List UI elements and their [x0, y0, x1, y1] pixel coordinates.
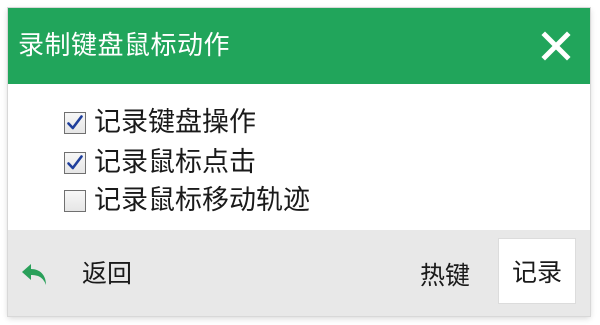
option-record-mouse-click[interactable]: 记录鼠标点击	[64, 144, 256, 182]
option-label: 记录鼠标移动轨迹	[94, 185, 310, 216]
back-arrow-icon	[22, 264, 46, 285]
checkbox-record-keyboard[interactable]	[64, 112, 86, 134]
checkmark-icon	[67, 155, 83, 170]
record-dialog: 录制键盘鼠标动作 记录键盘操作 记录鼠标点击 记录鼠标移动轨迹 返回 热键 记录	[8, 8, 590, 316]
checkbox-record-mouse-click[interactable]	[64, 152, 86, 174]
close-icon	[541, 31, 571, 61]
option-label: 记录鼠标点击	[94, 147, 256, 178]
option-label: 记录键盘操作	[94, 107, 256, 138]
record-options: 记录键盘操作 记录鼠标点击 记录鼠标移动轨迹	[8, 92, 590, 220]
dialog-title: 录制键盘鼠标动作	[18, 31, 231, 61]
back-label: 返回	[82, 259, 133, 288]
record-button[interactable]: 记录	[498, 238, 576, 304]
hotkey-button[interactable]: 热键	[420, 252, 470, 296]
close-button[interactable]	[532, 22, 580, 70]
checkbox-record-mouse-move[interactable]	[64, 190, 86, 212]
checkmark-icon	[67, 115, 83, 130]
back-button[interactable]: 返回	[18, 254, 132, 294]
option-record-keyboard[interactable]: 记录键盘操作	[64, 104, 256, 142]
option-record-mouse-move[interactable]: 记录鼠标移动轨迹	[64, 182, 310, 220]
footer-bar: 返回 热键 记录	[8, 230, 590, 316]
title-bar: 录制键盘鼠标动作	[8, 8, 590, 84]
